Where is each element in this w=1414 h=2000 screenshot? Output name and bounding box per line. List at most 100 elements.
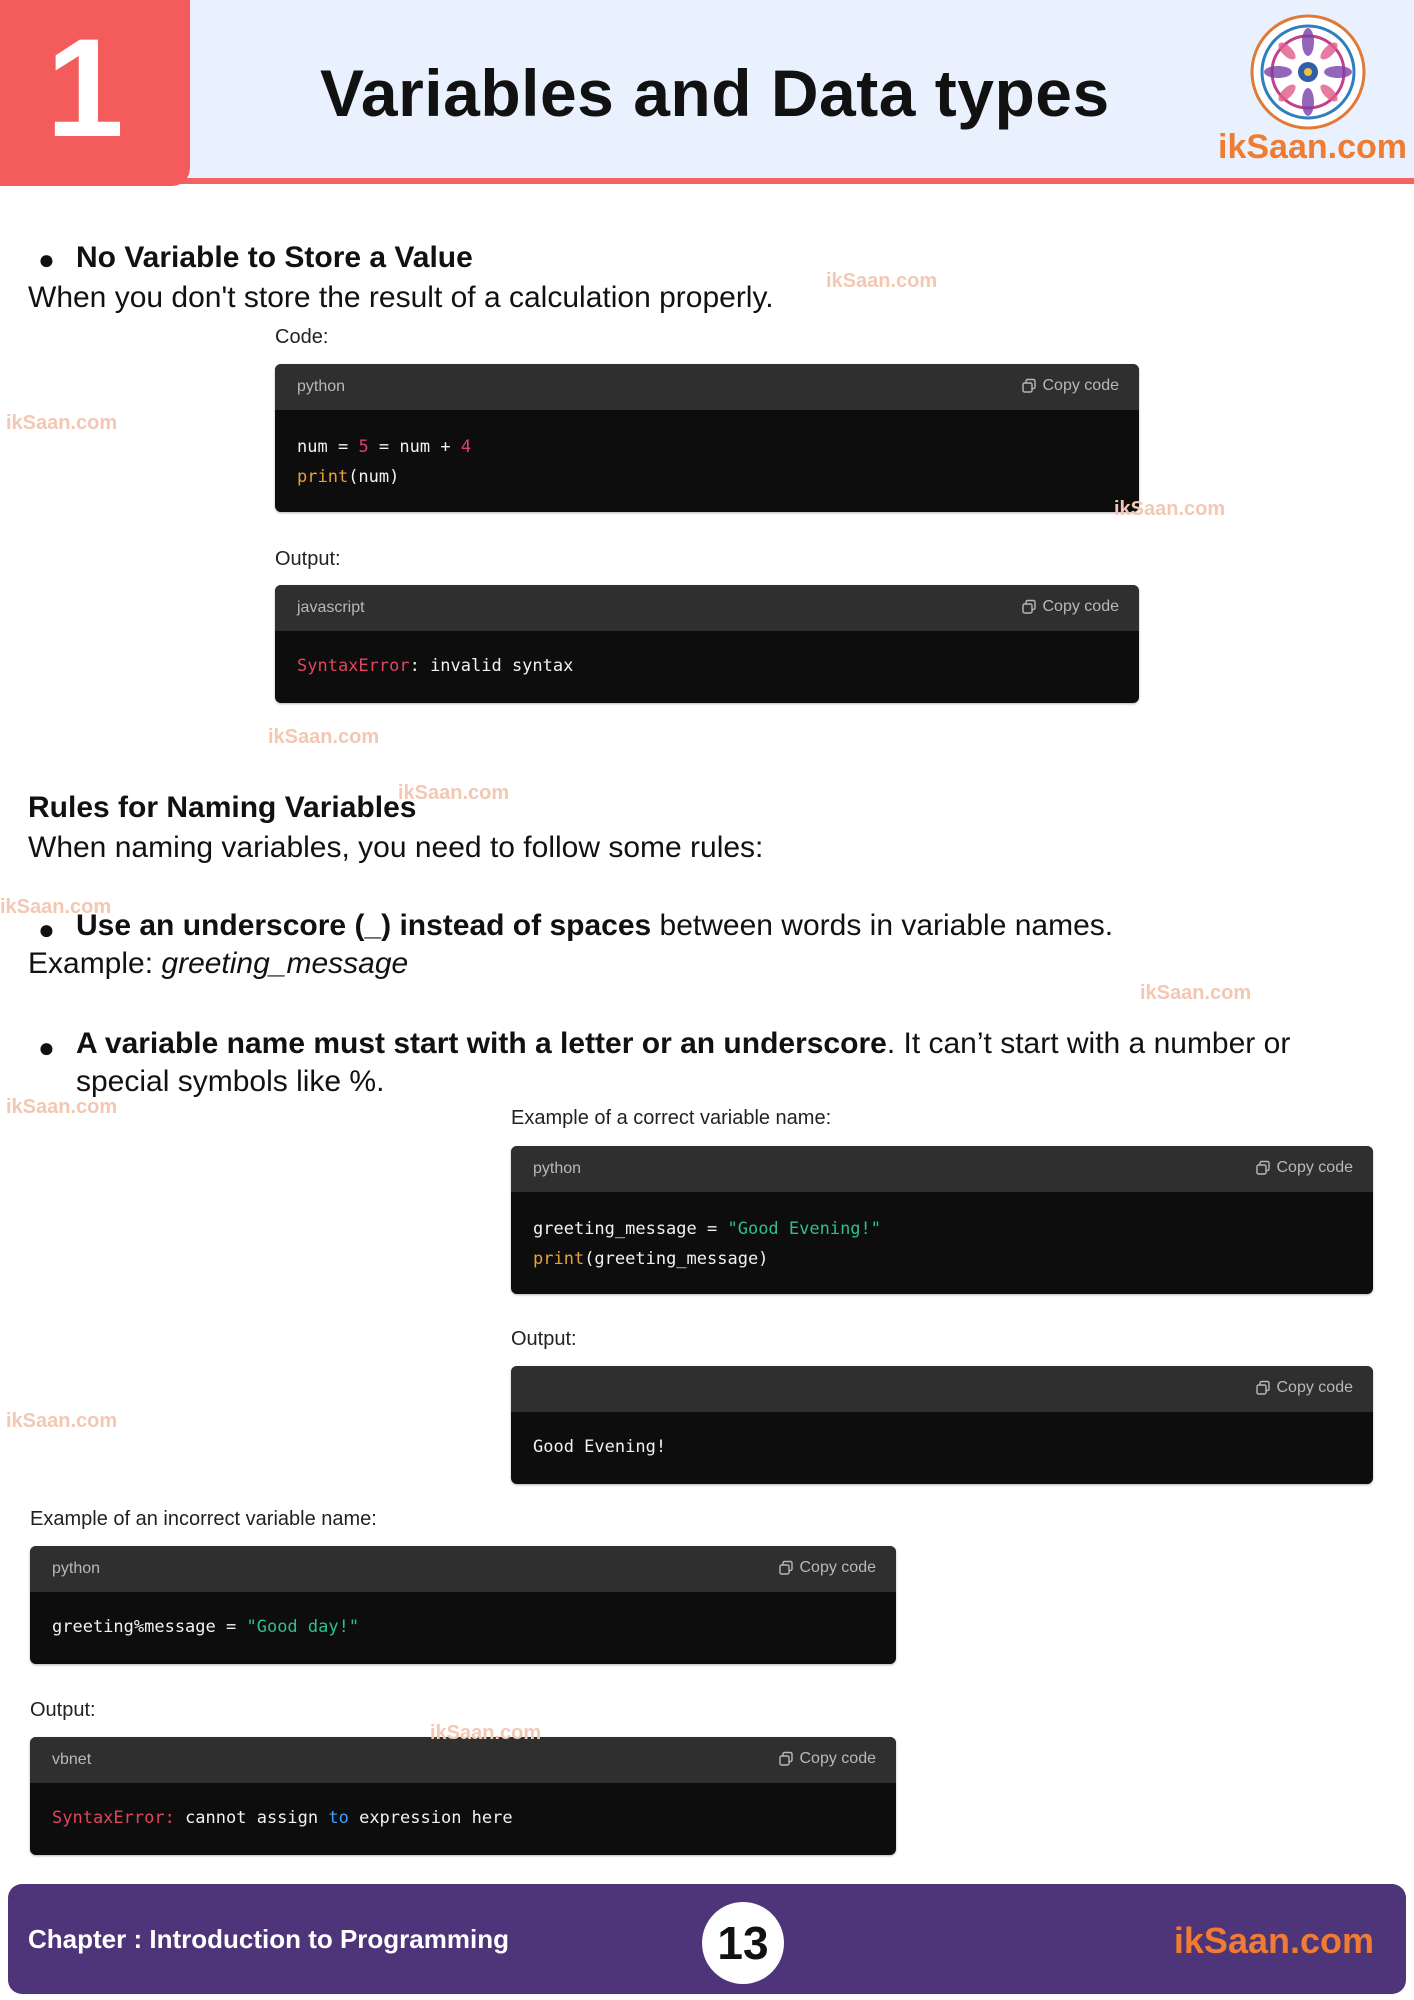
code-token: (greeting_message) bbox=[584, 1249, 769, 1269]
output-label: Output: bbox=[511, 1328, 577, 1350]
code-token: "Good day!" bbox=[246, 1617, 360, 1637]
code-block-header: Copy code bbox=[511, 1366, 1373, 1412]
rule-bold-text: A variable name must start with a letter… bbox=[76, 1027, 887, 1060]
watermark: ikSaan.com bbox=[1140, 982, 1252, 1004]
code-token: expression here bbox=[348, 1808, 513, 1828]
code-token: SyntaxError: bbox=[52, 1808, 175, 1828]
code-language: python bbox=[52, 1560, 101, 1577]
rule-text: between words in variable names. bbox=[651, 909, 1114, 942]
code-token: print bbox=[533, 1249, 585, 1269]
copy-icon bbox=[778, 1751, 793, 1766]
code-token: "Good Evening!" bbox=[727, 1219, 882, 1239]
bullet-icon: ● bbox=[38, 244, 55, 275]
copy-icon bbox=[1255, 1380, 1270, 1395]
code-language: vbnet bbox=[52, 1751, 92, 1768]
watermark: ikSaan.com bbox=[6, 1410, 118, 1432]
code-token: greeting%message bbox=[52, 1617, 216, 1637]
page-number: 13 bbox=[702, 1902, 784, 1984]
copy-code-button[interactable]: Copy code bbox=[1255, 1379, 1354, 1397]
code-token: greeting_message bbox=[533, 1219, 697, 1239]
output-content: SyntaxError: invalid syntax bbox=[275, 631, 1139, 703]
watermark: ikSaan.com bbox=[430, 1722, 542, 1744]
output-content: Good Evening! bbox=[533, 1437, 667, 1457]
watermark: ikSaan.com bbox=[6, 412, 118, 434]
code-language: javascript bbox=[297, 599, 365, 616]
copy-code-label: Copy code bbox=[799, 1750, 877, 1767]
output-block: Copy code Good Evening! bbox=[511, 1366, 1373, 1484]
output-label: Output: bbox=[30, 1699, 96, 1721]
copy-code-label: Copy code bbox=[1276, 1379, 1354, 1396]
code-token: 4 bbox=[460, 437, 472, 457]
code-block-header: javascript Copy code bbox=[275, 585, 1139, 631]
code-block-header: python Copy code bbox=[275, 364, 1139, 410]
rule-text: . It can’t start with a number or bbox=[886, 1027, 1291, 1060]
code-content: num = 5 = num + 4 print(num) bbox=[275, 410, 1139, 512]
page-title: Variables and Data types bbox=[320, 56, 1110, 130]
copy-icon bbox=[778, 1560, 793, 1575]
brand-logo-text: ikSaan.com bbox=[1218, 128, 1407, 166]
watermark: ikSaan.com bbox=[1114, 498, 1226, 520]
copy-icon bbox=[1021, 378, 1036, 393]
copy-code-button[interactable]: Copy code bbox=[1255, 1159, 1354, 1177]
copy-code-label: Copy code bbox=[1042, 377, 1120, 394]
output-content: SyntaxError: cannot assign to expression… bbox=[30, 1783, 896, 1855]
rule-item: A variable name must start with a letter… bbox=[76, 1024, 1290, 1063]
code-token: : invalid syntax bbox=[409, 656, 574, 676]
header-divider bbox=[0, 178, 1414, 184]
rule-item: Use an underscore (_) instead of spaces … bbox=[76, 906, 1113, 945]
chapter-number: 1 bbox=[46, 9, 124, 166]
copy-code-label: Copy code bbox=[1276, 1159, 1354, 1176]
copy-code-button[interactable]: Copy code bbox=[778, 1559, 876, 1577]
code-token: + bbox=[430, 437, 461, 457]
code-token: to bbox=[328, 1808, 349, 1828]
rule-bold-text: Use an underscore (_) instead of spaces bbox=[76, 909, 652, 942]
code-token: 5 bbox=[358, 437, 369, 457]
example-label: Example of an incorrect variable name: bbox=[30, 1508, 377, 1530]
mandala-logo-icon bbox=[1250, 14, 1366, 130]
watermark: ikSaan.com bbox=[826, 270, 938, 292]
footer-site: ikSaan.com bbox=[1173, 1920, 1374, 1961]
output-label: Output: bbox=[275, 548, 341, 570]
code-token: print bbox=[297, 467, 349, 487]
section-description: When you don't store the result of a cal… bbox=[28, 281, 774, 314]
copy-code-button[interactable]: Copy code bbox=[778, 1750, 877, 1768]
code-token: = bbox=[696, 1219, 728, 1239]
watermark: ikSaan.com bbox=[0, 896, 112, 918]
code-label: Code: bbox=[275, 326, 329, 348]
example-value: greeting_message bbox=[161, 947, 409, 980]
chapter-number-badge: 1 bbox=[0, 0, 190, 186]
code-token: SyntaxError bbox=[297, 656, 410, 676]
copy-code-label: Copy code bbox=[1042, 598, 1120, 615]
code-block: python Copy code num = 5 = num + 4 print… bbox=[275, 364, 1139, 512]
rule-text-line2: special symbols like %. bbox=[76, 1065, 385, 1098]
watermark: ikSaan.com bbox=[268, 726, 380, 748]
code-token: = bbox=[368, 437, 400, 457]
copy-icon bbox=[1021, 599, 1036, 614]
section-heading: Rules for Naming Variables bbox=[28, 791, 417, 824]
watermark: ikSaan.com bbox=[398, 782, 510, 804]
code-token: = bbox=[327, 437, 359, 457]
copy-code-button[interactable]: Copy code bbox=[1021, 598, 1120, 616]
code-language: python bbox=[297, 378, 346, 395]
page-footer: Chapter : Introduction to Programming 13… bbox=[8, 1884, 1406, 1994]
code-block-header: python Copy code bbox=[511, 1146, 1373, 1192]
section-heading: No Variable to Store a Value bbox=[76, 241, 473, 274]
copy-code-button[interactable]: Copy code bbox=[1021, 377, 1120, 395]
code-content: greeting_message = "Good Evening!" print… bbox=[511, 1192, 1373, 1294]
code-language: python bbox=[533, 1160, 582, 1177]
output-block: javascript Copy code SyntaxError: invali… bbox=[275, 585, 1139, 703]
code-block: python Copy code greeting%message = "Goo… bbox=[30, 1546, 896, 1664]
footer-chapter: Chapter : Introduction to Programming bbox=[28, 1924, 509, 1954]
example-label: Example: bbox=[28, 947, 162, 980]
example-label: Example of a correct variable name: bbox=[511, 1107, 832, 1129]
watermark: ikSaan.com bbox=[6, 1096, 118, 1118]
code-token: num bbox=[297, 437, 328, 457]
code-token: = bbox=[215, 1617, 247, 1637]
code-token: num bbox=[399, 437, 431, 457]
code-block: python Copy code greeting_message = "Goo… bbox=[511, 1146, 1373, 1294]
section-description: When naming variables, you need to follo… bbox=[28, 831, 764, 864]
code-block-header: python Copy code bbox=[30, 1546, 896, 1592]
example-line: Example: greeting_message bbox=[28, 944, 408, 983]
bullet-icon: ● bbox=[38, 1032, 55, 1063]
code-content: greeting%message = "Good day!" bbox=[30, 1592, 896, 1664]
